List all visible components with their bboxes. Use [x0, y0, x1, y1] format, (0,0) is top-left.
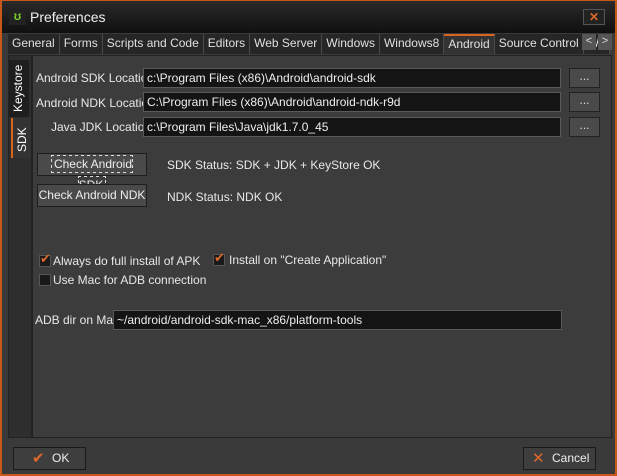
- full-install-apk-checkbox[interactable]: [39, 251, 51, 267]
- full-install-apk-label: Always do full install of APK: [53, 254, 201, 268]
- android-panel: Keystore SDK Android SDK Location c:\Pro…: [8, 55, 612, 438]
- sdk-location-input[interactable]: c:\Program Files (x86)\Android\android-s…: [143, 68, 561, 88]
- ndk-location-label: Android NDK Location: [36, 96, 155, 110]
- sdk-settings: Android SDK Location c:\Program Files (x…: [31, 56, 611, 437]
- jdk-location-input[interactable]: c:\Program Files\Java\jdk1.7.0_45: [143, 117, 561, 137]
- tab-windows8[interactable]: Windows8: [379, 34, 445, 54]
- ok-label: OK: [52, 451, 70, 465]
- tab-editors[interactable]: Editors: [203, 34, 251, 54]
- jdk-browse-button[interactable]: ...: [569, 117, 600, 137]
- check-android-ndk-button[interactable]: Check Android NDK: [37, 184, 147, 207]
- tab-scripts-and-code[interactable]: Scripts and Code: [102, 34, 204, 54]
- tab-source-control[interactable]: Source Control: [494, 34, 584, 54]
- sdk-browse-button[interactable]: ...: [569, 68, 600, 88]
- install-on-create-label: Install on "Create Application": [229, 253, 387, 267]
- close-button[interactable]: ✕: [583, 9, 605, 25]
- check-android-sdk-button[interactable]: Check Android SDK: [37, 153, 147, 194]
- app-logo-icon: ʊ: [9, 8, 26, 25]
- sdk-status: SDK Status: SDK + JDK + KeyStore OK: [167, 158, 381, 172]
- tab-bar: General Forms Scripts and Code Editors W…: [8, 34, 610, 54]
- cancel-label: Cancel: [552, 451, 590, 465]
- side-tab-sdk[interactable]: SDK: [11, 118, 31, 158]
- side-tab-keystore-label: Keystore: [11, 64, 25, 112]
- adb-dir-label: ADB dir on Mac: [35, 313, 120, 327]
- cancel-button[interactable]: ✕ Cancel: [523, 447, 596, 470]
- preferences-window: ʊ Preferences ✕ General Forms Scripts an…: [0, 0, 617, 476]
- jdk-location-label: Java JDK Location: [51, 120, 152, 134]
- ndk-status: NDK Status: NDK OK: [167, 190, 283, 204]
- tab-scroll-left-button[interactable]: <: [582, 34, 596, 50]
- check-icon: ✔: [32, 450, 45, 467]
- cancel-x-icon: ✕: [532, 450, 545, 467]
- ndk-browse-button[interactable]: ...: [569, 92, 600, 112]
- use-mac-adb-label: Use Mac for ADB connection: [53, 273, 207, 287]
- use-mac-adb-checkbox[interactable]: [39, 274, 51, 286]
- tab-windows[interactable]: Windows: [322, 34, 380, 54]
- title-bar: ʊ Preferences ✕: [2, 1, 615, 33]
- tab-scroll-right-button[interactable]: >: [598, 34, 612, 50]
- side-tab-keystore[interactable]: Keystore: [9, 60, 29, 117]
- install-on-create-checkbox[interactable]: [213, 250, 225, 266]
- tab-web-server[interactable]: Web Server: [250, 34, 323, 54]
- sdk-location-label: Android SDK Location: [36, 71, 155, 85]
- tab-forms[interactable]: Forms: [59, 34, 103, 54]
- window-title: Preferences: [30, 9, 106, 25]
- tab-android[interactable]: Android: [444, 34, 495, 54]
- adb-dir-input[interactable]: ~/android/android-sdk-mac_x86/platform-t…: [113, 310, 562, 330]
- ok-button[interactable]: ✔ OK: [13, 447, 86, 470]
- tab-general[interactable]: General: [8, 34, 60, 54]
- side-tab-sdk-label: SDK: [15, 127, 29, 152]
- ndk-location-input[interactable]: C:\Program Files (x86)\Android\android-n…: [143, 92, 561, 112]
